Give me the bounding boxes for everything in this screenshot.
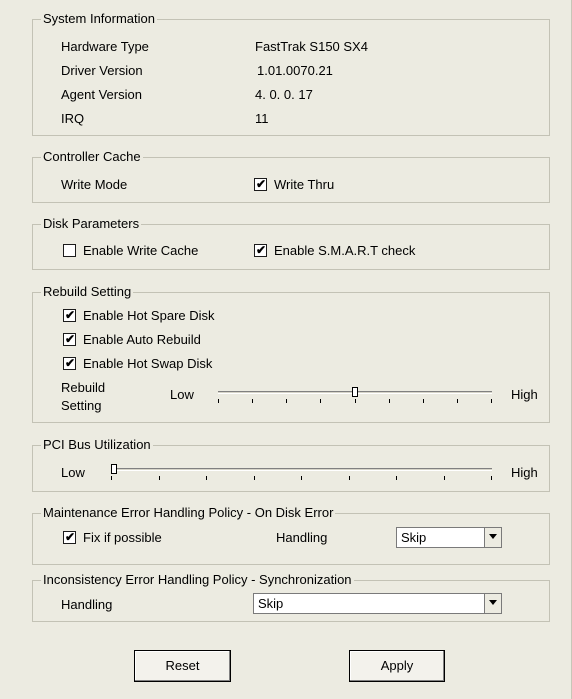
rebuild-slider-tick xyxy=(355,399,356,403)
hardware-type-value: FastTrak S150 SX4 xyxy=(255,39,368,54)
pci-slider-tick xyxy=(444,476,445,480)
pci-slider-track xyxy=(111,468,492,471)
maintenance-handling-value: Skip xyxy=(401,530,427,545)
chevron-down-icon xyxy=(489,600,497,605)
pci-slider-tick xyxy=(206,476,207,480)
maintenance-policy-legend: Maintenance Error Handling Policy - On D… xyxy=(43,505,334,520)
settings-panel: System Information Hardware Type FastTra… xyxy=(0,0,572,699)
pci-low-label: Low xyxy=(61,465,85,480)
rebuild-rate-slider[interactable] xyxy=(218,386,492,406)
checkmark-icon: ✔ xyxy=(65,308,76,322)
hardware-type-label: Hardware Type xyxy=(61,39,149,54)
pci-slider-tick xyxy=(159,476,160,480)
reset-button[interactable]: Reset xyxy=(134,650,231,682)
checkmark-icon: ✔ xyxy=(256,243,267,257)
pci-slider-tick xyxy=(396,476,397,480)
hot-swap-checkbox[interactable]: ✔ xyxy=(63,356,76,370)
driver-version-label: Driver Version xyxy=(61,63,143,78)
pci-slider-tick xyxy=(301,476,302,480)
dropdown-arrow-button[interactable] xyxy=(484,594,501,613)
apply-button[interactable]: Apply xyxy=(349,650,445,682)
pci-utilization-slider[interactable] xyxy=(111,463,492,483)
chevron-down-icon xyxy=(489,534,497,539)
rebuild-slider-tick xyxy=(218,399,219,403)
rebuild-setting-legend: Rebuild Setting xyxy=(43,284,132,299)
pci-slider-tick xyxy=(349,476,350,480)
checkmark-icon: ✔ xyxy=(65,530,76,544)
checkmark-icon: ✔ xyxy=(65,356,76,370)
rebuild-slider-tick xyxy=(252,399,253,403)
rebuild-slider-label-line2: Setting xyxy=(61,398,102,413)
rebuild-slider-tick xyxy=(457,399,458,403)
rebuild-slider-thumb[interactable] xyxy=(352,387,358,397)
pci-high-label: High xyxy=(511,465,538,480)
inconsistency-handling-select[interactable]: Skip xyxy=(253,593,502,614)
driver-version-value: 1.01.0070.21 xyxy=(257,63,333,78)
controller-cache-legend: Controller Cache xyxy=(43,149,141,164)
rebuild-slider-label-line1: Rebuild xyxy=(61,380,106,395)
rebuild-low-label: Low xyxy=(170,387,194,402)
maintenance-handling-select[interactable]: Skip xyxy=(396,527,502,548)
pci-slider-tick xyxy=(111,476,112,480)
dropdown-arrow-button[interactable] xyxy=(484,528,501,547)
agent-version-label: Agent Version xyxy=(61,87,142,102)
rebuild-slider-tick xyxy=(286,399,287,403)
write-mode-label: Write Mode xyxy=(61,177,128,192)
rebuild-high-label: High xyxy=(511,387,538,402)
agent-version-value: 4. 0. 0. 17 xyxy=(255,87,313,102)
write-cache-label: Enable Write Cache xyxy=(83,243,199,258)
system-info-legend: System Information xyxy=(43,11,155,26)
auto-rebuild-checkbox[interactable]: ✔ xyxy=(63,332,76,346)
write-thru-label: Write Thru xyxy=(274,177,335,192)
maintenance-handling-label: Handling xyxy=(276,530,328,545)
inconsistency-handling-label: Handling xyxy=(61,597,113,612)
irq-label: IRQ xyxy=(61,111,85,126)
smart-check-label: Enable S.M.A.R.T check xyxy=(274,243,416,258)
inconsistency-handling-value: Skip xyxy=(258,596,284,611)
hot-spare-checkbox[interactable]: ✔ xyxy=(63,308,76,322)
pci-slider-tick xyxy=(491,476,492,480)
smart-check-checkbox[interactable]: ✔ xyxy=(254,243,267,257)
pci-bus-legend: PCI Bus Utilization xyxy=(43,437,151,452)
disk-parameters-legend: Disk Parameters xyxy=(43,216,140,231)
pci-slider-tick xyxy=(254,476,255,480)
fix-if-possible-checkbox[interactable]: ✔ xyxy=(63,530,76,544)
checkmark-icon: ✔ xyxy=(256,177,267,191)
inconsistency-policy-legend: Inconsistency Error Handling Policy - Sy… xyxy=(43,572,352,587)
rebuild-slider-tick xyxy=(423,399,424,403)
hot-spare-label: Enable Hot Spare Disk xyxy=(83,308,215,323)
irq-value: 11 xyxy=(255,111,269,126)
rebuild-slider-tick xyxy=(320,399,321,403)
fix-if-possible-label: Fix if possible xyxy=(83,530,162,545)
auto-rebuild-label: Enable Auto Rebuild xyxy=(83,332,201,347)
rebuild-slider-tick xyxy=(389,399,390,403)
hot-swap-label: Enable Hot Swap Disk xyxy=(83,356,213,371)
pci-slider-thumb[interactable] xyxy=(111,464,117,474)
checkmark-icon: ✔ xyxy=(65,332,76,346)
write-cache-checkbox[interactable] xyxy=(63,244,76,257)
rebuild-slider-tick xyxy=(491,399,492,403)
write-thru-checkbox[interactable]: ✔ xyxy=(254,177,267,191)
